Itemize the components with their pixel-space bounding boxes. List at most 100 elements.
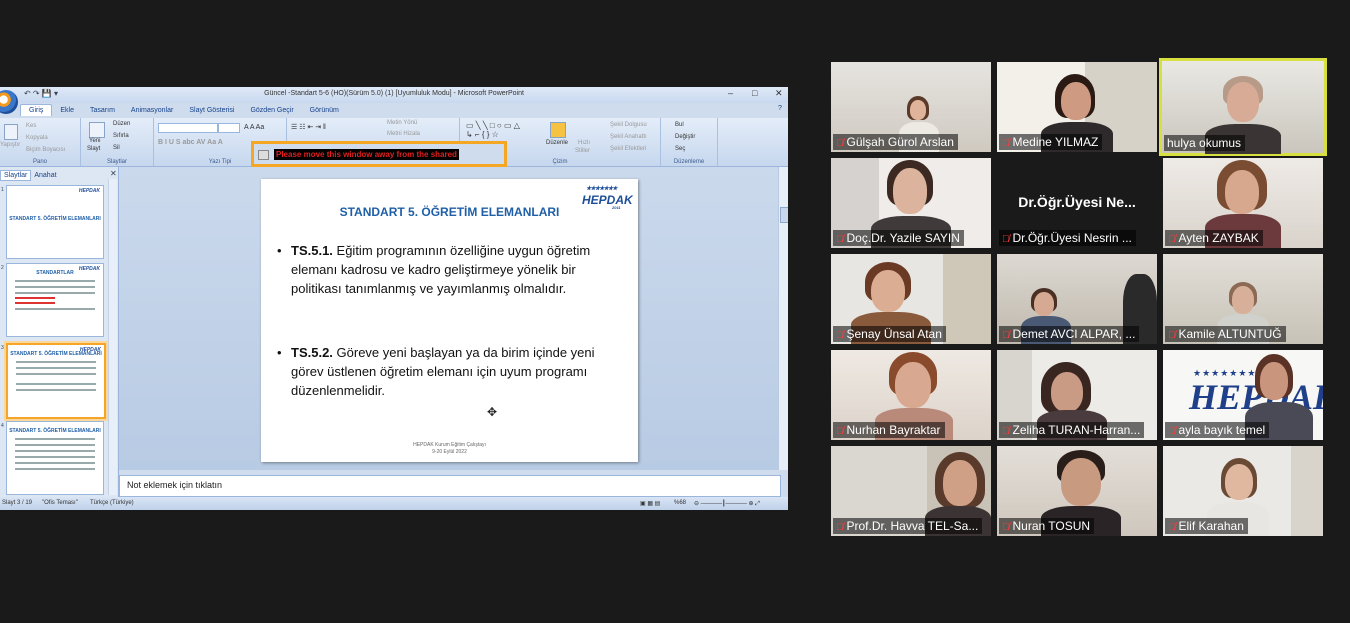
tab-home[interactable]: Giriş — [20, 104, 53, 116]
current-slide[interactable]: STANDART 5. ÖĞRETİM ELEMANLARI ★★★★★★★ H… — [261, 179, 638, 462]
shape-fill-button[interactable]: Şekil Dolgusu — [610, 122, 647, 128]
align-text-button[interactable]: Metni Hizala — [387, 131, 420, 137]
layout-button[interactable]: Düzen — [113, 121, 130, 127]
participant-tile[interactable]: 🎙̸ Şenay Ünsal Atan — [831, 254, 991, 344]
tab-design[interactable]: Tasarım — [82, 105, 123, 116]
slide-thumbnail-1[interactable]: HEPDAK STANDART 5. ÖĞRETİM ELEMANLARI — [6, 185, 104, 259]
shape-gallery[interactable]: ▭ ╲ ╲ □ ○ ▭ △ ↳ ⌐ { } ☆ — [466, 121, 520, 139]
thumb-logo: HEPDAK — [78, 266, 100, 272]
reset-button[interactable]: Sıfırla — [113, 133, 129, 139]
arrange-icon[interactable] — [550, 122, 566, 138]
participant-tile[interactable]: 🎙̸ Medine YILMAZ — [997, 62, 1157, 152]
participant-display-name: Dr.Öğr.Üyesi Ne... — [1018, 194, 1136, 210]
paste-button[interactable]: Yapıştır — [0, 142, 20, 148]
muted-mic-icon: 🎙̸ — [1168, 522, 1176, 533]
drag-handle-icon[interactable] — [258, 150, 269, 160]
participant-tile-no-video[interactable]: Dr.Öğr.Üyesi Ne... 🎙̸ Dr.Öğr.Üyesi Nesrin… — [997, 158, 1157, 248]
font-size-box[interactable] — [218, 123, 240, 133]
participant-tile-active-speaker[interactable]: hulya okumus — [1159, 58, 1327, 156]
participant-tile[interactable]: 🎙̸ Zeliha TURAN-Harran... — [997, 350, 1157, 440]
format-painter-button[interactable]: Biçim Boyacısı — [26, 147, 65, 153]
language[interactable]: Türkçe (Türkiye) — [90, 500, 134, 506]
replace-button[interactable]: Değiştir — [675, 134, 695, 140]
help-icon[interactable]: ? — [778, 105, 782, 112]
slide-thumbnail-3[interactable]: HEPDAK STANDART 5. ÖĞRETİM ELEMANLARI — [6, 343, 106, 419]
participant-tile[interactable]: 🎙̸ Kamile ALTUNTUĞ — [1163, 254, 1323, 344]
participant-tile[interactable]: 🎙̸ Elif Karahan — [1163, 446, 1323, 536]
find-button[interactable]: Bul — [675, 122, 684, 128]
shape-outline-button[interactable]: Şekil Anahattı — [610, 134, 647, 140]
slide-thumbnail-2[interactable]: HEPDAK STANDARTLAR — [6, 263, 104, 337]
title-bar: ↶ ↷ 💾 ▾ Güncel -Standart 5-6 (HO)(Sürüm … — [0, 87, 788, 103]
arrange-button[interactable]: Düzenle — [546, 140, 568, 146]
panel-close-icon[interactable]: ✕ — [110, 169, 117, 178]
participant-name: 🎙̸ Medine YILMAZ — [999, 134, 1103, 150]
footer-line-1: HEPDAK Kurum Eğitim Çalıştayı — [413, 442, 486, 448]
office-button[interactable] — [0, 90, 18, 114]
tab-outline[interactable]: Anahat — [31, 171, 59, 180]
participant-tile[interactable]: 🎙̸ Ayten ZAYBAK — [1163, 158, 1323, 248]
new-slide-label-2[interactable]: Slayt — [87, 146, 100, 152]
panel-tabs: Slaytlar Anahat — [0, 170, 60, 181]
bullet-code: TS.5.2. — [291, 345, 333, 360]
slides-group: Yeni Slayt Düzen Sıfırla Sil Slaytlar — [81, 118, 154, 166]
thumbnail-scrollbar[interactable] — [108, 179, 117, 495]
participant-name: 🎙̸ ayla bayık temel — [1165, 422, 1270, 438]
notes-placeholder: Not eklemek için tıklatın — [127, 480, 223, 490]
participant-tile[interactable]: 🎙̸ Nurhan Bayraktar — [831, 350, 991, 440]
font-name-box[interactable] — [158, 123, 218, 133]
font-style-buttons[interactable]: B I U S abc AV Aa A — [158, 139, 223, 146]
tab-insert[interactable]: Ekle — [52, 105, 82, 116]
paste-icon[interactable] — [4, 124, 18, 140]
participant-tile[interactable]: 🎙̸ Doç.Dr. Yazile SAYIN — [831, 158, 991, 248]
close-icon[interactable]: ✕ — [775, 88, 783, 99]
minimize-icon[interactable]: – — [728, 88, 733, 98]
tab-slideshow[interactable]: Slayt Gösterisi — [181, 105, 242, 116]
quick-styles-label-2[interactable]: Stiller — [575, 148, 590, 154]
hepdak-logo: ★★★★★★★ HEPDAK 2011 — [582, 186, 633, 210]
zoom-level[interactable]: %68 — [674, 500, 686, 506]
select-button[interactable]: Seç — [675, 146, 685, 152]
participant-tile[interactable]: 🎙̸ Nuran TOSUN — [997, 446, 1157, 536]
shape-effects-button[interactable]: Şekil Efektleri — [610, 146, 646, 152]
thumb-number: 3 — [1, 345, 4, 351]
participant-tile[interactable]: 🎙̸ Gülşah Gürol Arslan — [831, 62, 991, 152]
slide-thumbnail-4[interactable]: STANDART 5. ÖĞRETİM ELEMANLARI — [6, 421, 104, 495]
participant-tile[interactable]: 🎙̸ Prof.Dr. Havva TEL-Sa... — [831, 446, 991, 536]
maximize-icon[interactable]: □ — [752, 88, 757, 98]
view-buttons[interactable]: ▣ ▦ ▤ — [640, 500, 660, 507]
zoom-slider[interactable]: ⊖ ─────┃───── ⊕ ⤢ — [694, 500, 760, 508]
tab-animations[interactable]: Animasyonlar — [123, 105, 181, 116]
participant-name: 🎙̸ Şenay Ünsal Atan — [833, 326, 946, 342]
participant-tile[interactable]: ★★★★★★★ HEPDAK 🎙̸ ayla bayık temel — [1163, 350, 1323, 440]
logo-text: HEPDAK — [582, 193, 633, 207]
bullet-text: Göreve yeni başlayan ya da birim içinde … — [291, 345, 595, 398]
thumb-number: 2 — [1, 265, 4, 271]
share-warning-bar: Please move this window away from the sh… — [251, 141, 507, 167]
participant-name: 🎙̸ Nurhan Bayraktar — [833, 422, 945, 438]
new-slide-label-1[interactable]: Yeni — [89, 138, 100, 144]
muted-mic-icon: 🎙̸ — [836, 234, 844, 245]
new-slide-icon[interactable] — [89, 122, 105, 138]
bullet-code: TS.5.1. — [291, 243, 333, 258]
delete-button[interactable]: Sil — [113, 145, 120, 151]
tab-slides[interactable]: Slaytlar — [0, 170, 32, 181]
tab-review[interactable]: Gözden Geçir — [242, 105, 301, 116]
list-buttons[interactable]: ☰ ☷ ⇤ ⇥ ‖ — [291, 123, 326, 131]
thumb-title: STANDART 5. ÖĞRETİM ELEMANLARI — [9, 428, 101, 434]
muted-mic-icon: 🎙̸ — [836, 330, 844, 341]
quick-styles-label-1[interactable]: Hızlı — [578, 140, 590, 146]
notes-pane[interactable]: Not eklemek için tıklatın — [119, 475, 781, 497]
slide-counter: Slayt 3 / 19 — [2, 500, 33, 506]
participant-name: 🎙̸ Doç.Dr. Yazile SAYIN — [833, 230, 964, 246]
slide-scrollbar[interactable] — [778, 167, 788, 470]
tab-view[interactable]: Görünüm — [302, 105, 347, 116]
copy-button[interactable]: Kopyala — [26, 135, 48, 141]
thumb-number: 4 — [1, 423, 4, 429]
ribbon-tabs: Giriş Ekle Tasarım Animasyonlar Slayt Göster… — [20, 104, 347, 118]
text-direction-button[interactable]: Metin Yönü — [387, 120, 417, 126]
participant-tile[interactable]: 🎙̸ Demet AVCI ALPAR, ... — [997, 254, 1157, 344]
cut-button[interactable]: Kes — [26, 123, 36, 129]
editing-group: Bul Değiştir Seç Düzenleme — [661, 118, 718, 166]
grow-font-icon[interactable]: A A Aa — [244, 124, 264, 131]
